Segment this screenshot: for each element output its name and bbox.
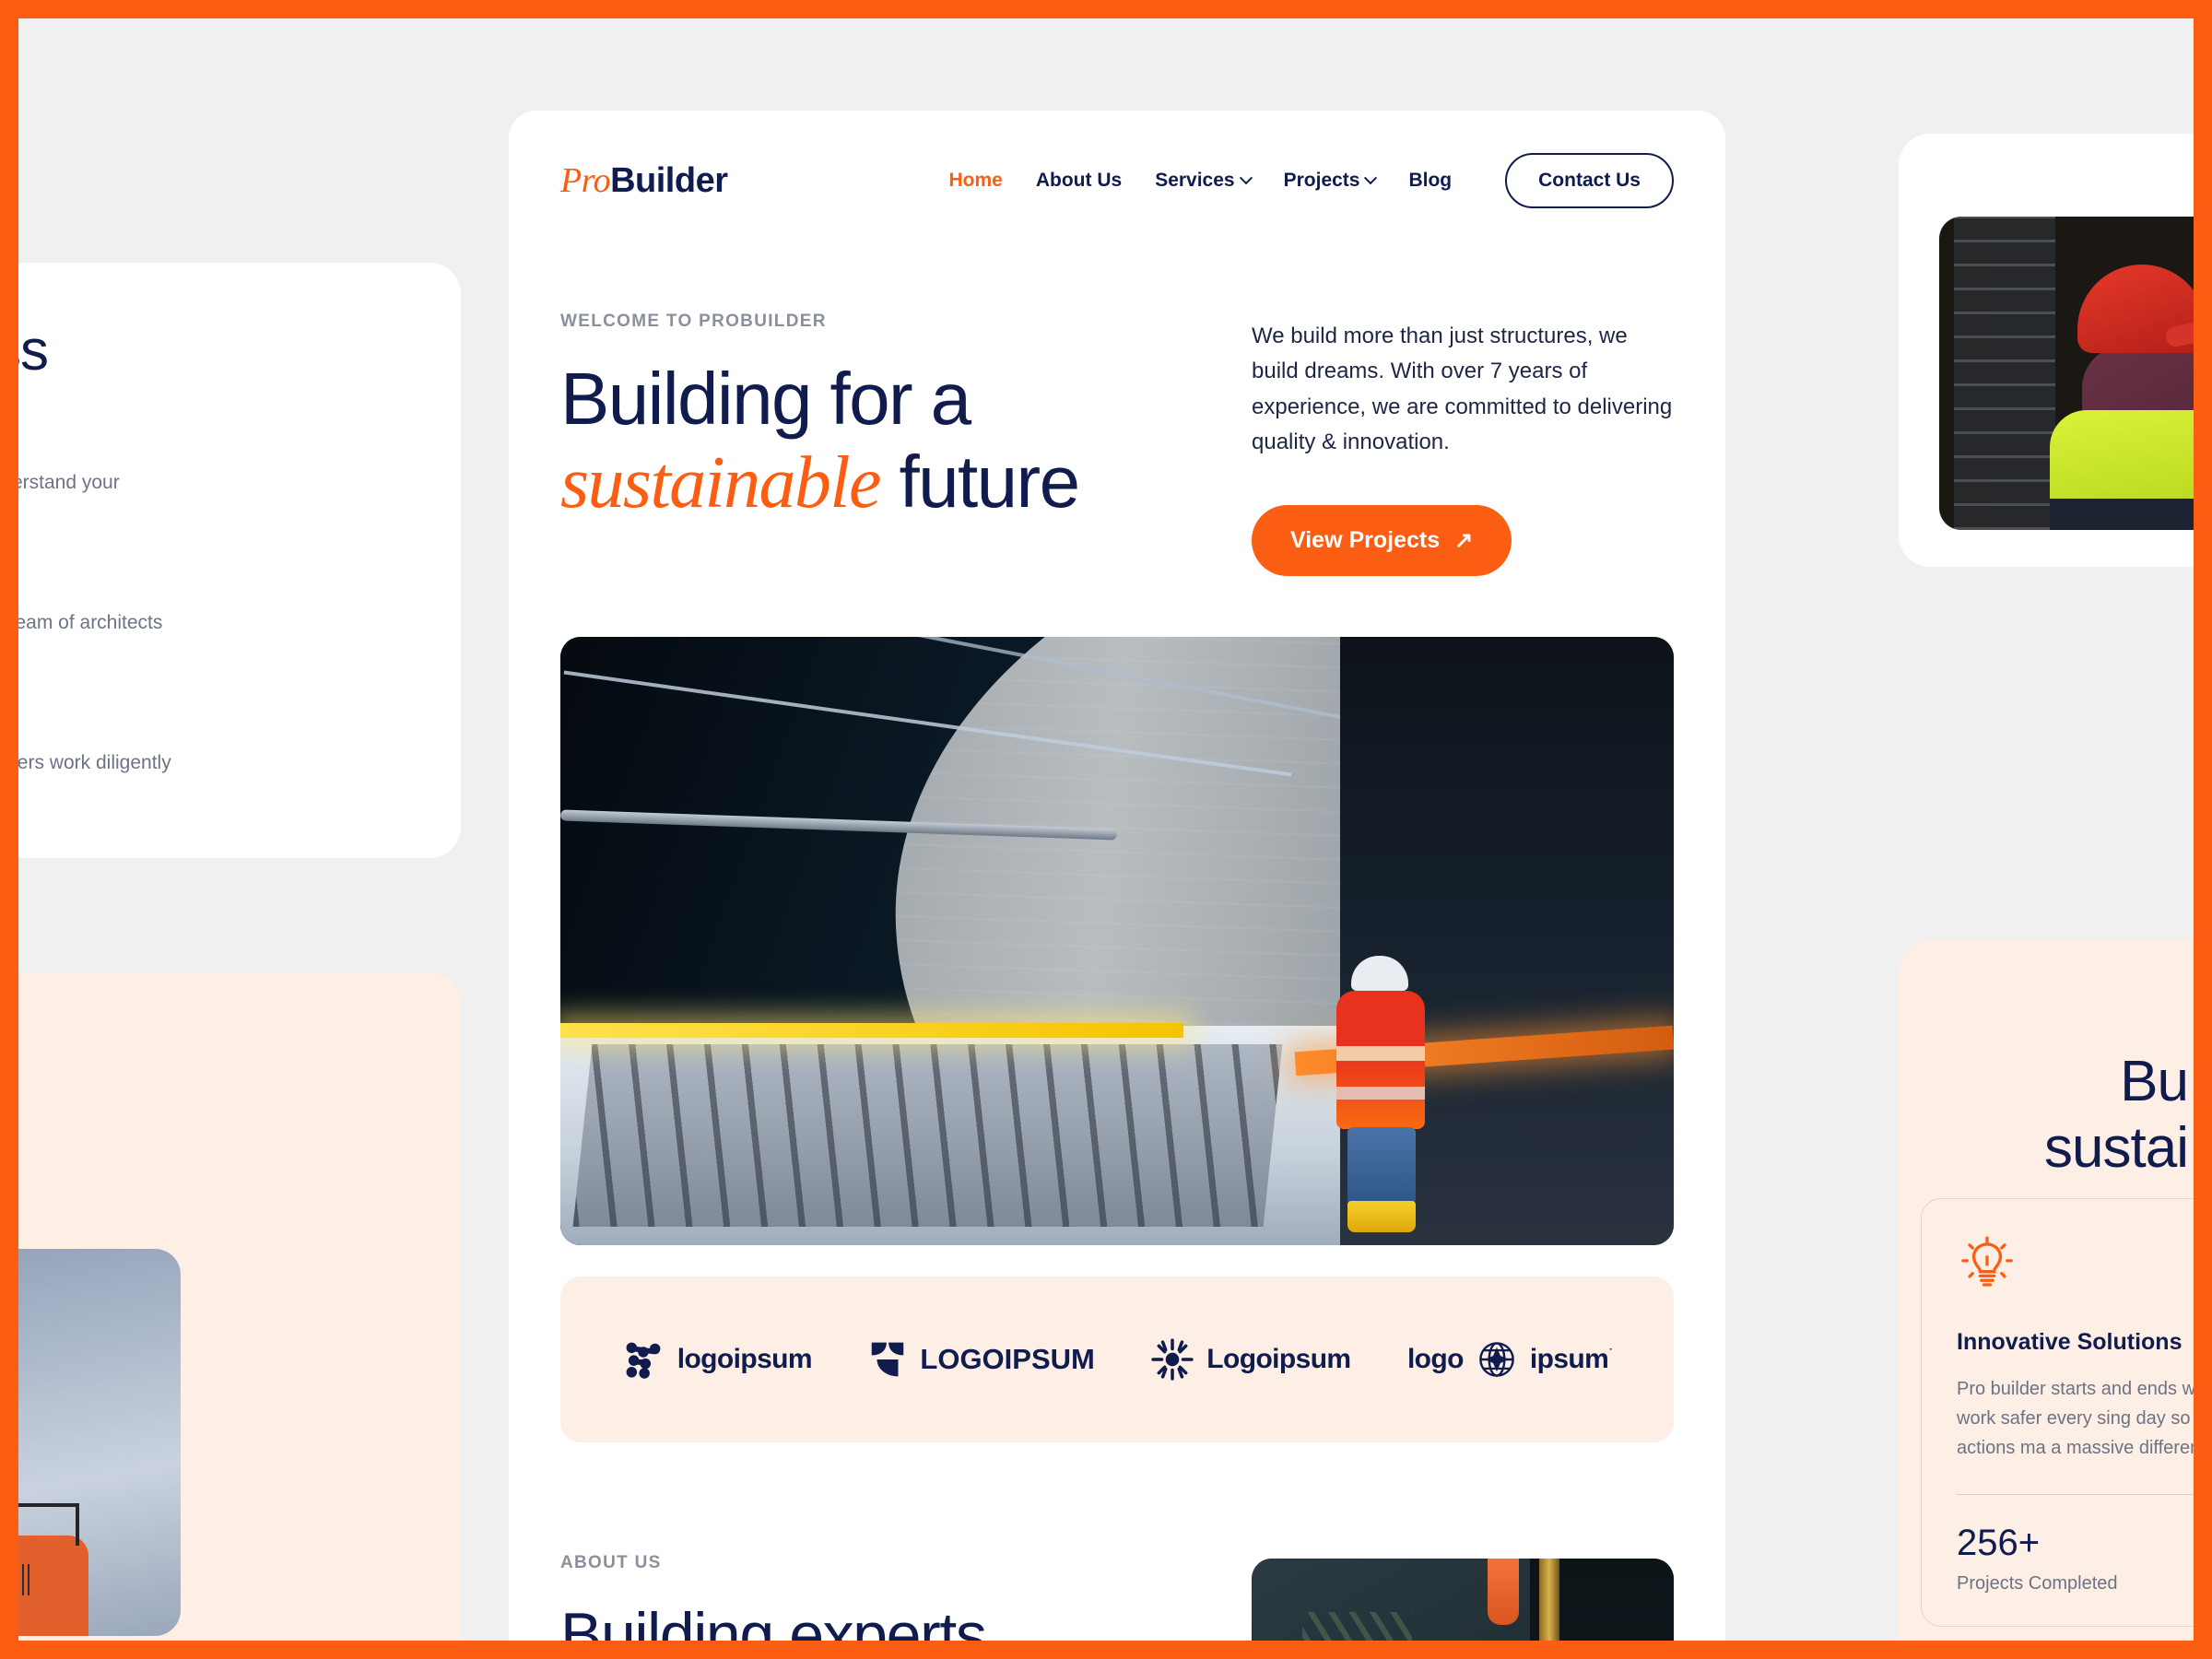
client-logo-logoipsum-sunburst: Logoipsum — [1151, 1337, 1351, 1381]
hero-heading-rest: future — [879, 441, 1080, 524]
hero-heading-italic: sustainable — [560, 442, 881, 524]
worker-jeans-shape — [1347, 1127, 1417, 1206]
hi-vis-vest-shape — [2050, 410, 2194, 530]
nav-item-blog-label: Blog — [1408, 170, 1453, 191]
view-projects-button[interactable]: View Projects ↗ — [1252, 504, 1512, 576]
nav-item-services[interactable]: Services — [1155, 170, 1253, 192]
yellow-pole-shape — [1539, 1558, 1560, 1641]
work-process-card: rk process ning ting down with you to un… — [18, 263, 461, 859]
process-step: ning ting down with you to understand yo… — [18, 427, 409, 528]
hero-eyebrow: WELCOME TO PROBUILDER — [560, 312, 827, 331]
mural-roses-shape — [1285, 1619, 1421, 1641]
process-step-title: n Monitoring — [18, 707, 409, 735]
sunburst-mark-icon — [1151, 1337, 1194, 1381]
about-heading-line1: Building experts — [560, 1599, 987, 1641]
nav-item-home[interactable]: Home — [949, 170, 1003, 192]
hero-heading: Building for a sustainable future — [560, 358, 1206, 525]
arrow-up-right-icon: ↗ — [1454, 528, 1474, 554]
process-step-title: Analysis — [18, 567, 409, 595]
client-logo-logo-ipsum-globe: logo ipsum˙ — [1406, 1339, 1613, 1380]
feature-title: Innovative Solutions — [1957, 1329, 2183, 1355]
client-logo-strip: logoipsum LOGOIPSUM Logoipsum logo ipsum… — [560, 1276, 1674, 1442]
excavator-photo: L.LYNCH — [18, 1249, 181, 1636]
nav-item-about-us[interactable]: About Us — [1036, 170, 1122, 192]
nav-item-services-label: Services — [1155, 170, 1235, 191]
feature-divider — [1957, 1494, 2194, 1495]
contact-us-button[interactable]: Contact Us — [1505, 153, 1674, 208]
process-step-desc: a clear plan in place, our team of archi… — [18, 612, 163, 634]
right-peach-heading-line2: sustai — [2044, 1115, 2189, 1180]
nav-item-about-us-label: About Us — [1035, 170, 1123, 191]
left-peach-heading: oruction — [18, 1028, 409, 1160]
worker-helmet-shape — [1351, 956, 1409, 992]
hero-right: We build more than just structures, we b… — [1252, 312, 1674, 576]
client-logo-label: LOGOIPSUM — [920, 1342, 1095, 1375]
excavator-rail-shape — [18, 1503, 79, 1546]
client-logo-label-right: ipsum˙ — [1529, 1343, 1613, 1374]
client-logo-logoipsum-bowtie: LOGOIPSUM — [868, 1338, 1095, 1381]
worker-reflective-band-shape — [1336, 1087, 1426, 1100]
bowtie-mark-icon — [872, 1342, 904, 1376]
chevron-down-icon — [1364, 171, 1378, 185]
worker-boots-shape — [1347, 1201, 1417, 1233]
about-heading: Building experts you’ve trusted over — [560, 1599, 1206, 1641]
nav-item-projects[interactable]: Projects — [1283, 170, 1378, 192]
innovative-solutions-card[interactable]: Innovative Solutions Pro builder starts … — [1921, 1198, 2194, 1627]
work-process-heading: rk process — [18, 319, 49, 382]
worker-reflective-band-shape — [1336, 1046, 1426, 1062]
left-peach-card: oruction L.LYNCH — [18, 972, 461, 1641]
hero-heading-line1: Building for a — [560, 358, 971, 440]
site-logo[interactable]: ProBuilder — [560, 160, 728, 201]
process-step-title: ning — [18, 427, 409, 455]
right-top-card — [1899, 134, 2194, 567]
client-logo-label-left: logo — [1406, 1343, 1465, 1374]
tunnel-tracks-shape — [572, 1043, 1283, 1227]
hero-section: WELCOME TO PROBUILDER Building for a sus… — [509, 208, 1725, 576]
main-page-card: ProBuilder Home About Us Services Projec… — [509, 111, 1725, 1641]
right-peach-heading-line1: Bu — [2120, 1050, 2189, 1113]
nav-item-blog[interactable]: Blog — [1408, 170, 1452, 192]
feature-stat-label: Projects Completed — [1957, 1573, 2118, 1594]
feature-description: Pro builder starts and ends with each em… — [1957, 1379, 2194, 1458]
chevron-down-icon — [1239, 171, 1253, 185]
navbar: ProBuilder Home About Us Services Projec… — [509, 111, 1725, 208]
client-logo-label: Logoipsum — [1206, 1343, 1351, 1374]
orange-tube-shape — [1488, 1558, 1520, 1625]
tunnel-worker-figure — [1322, 956, 1440, 1233]
scaffold-shape — [1954, 217, 2055, 530]
process-step: Analysis a clear plan in place, our team… — [18, 567, 409, 668]
client-logo-logoipsum-dots: logoipsum — [622, 1338, 813, 1381]
globe-mark-icon — [1479, 1341, 1514, 1377]
dots-mark-icon — [626, 1342, 661, 1379]
about-eyebrow: ABOUT US — [560, 1552, 662, 1572]
hero-tunnel-image — [560, 636, 1674, 1245]
worker-photo — [1939, 217, 2194, 530]
excavator-vent-shape — [18, 1564, 29, 1595]
logo-pro-text: Pro — [560, 161, 611, 200]
process-step-desc: ftsmen and project managers work diligen… — [18, 752, 171, 774]
nav-item-projects-label: Projects — [1283, 170, 1360, 191]
hero-paragraph: We build more than just structures, we b… — [1252, 324, 1673, 455]
about-left: ABOUT US Building experts you’ve trusted… — [560, 1553, 1206, 1641]
about-image: GALLUS STUDIO MOLA 8 — [1252, 1558, 1674, 1641]
process-step: n Monitoring ftsmen and project managers… — [18, 707, 409, 808]
lightbulb-icon — [1957, 1234, 2194, 1300]
client-logo-label: logoipsum — [677, 1343, 813, 1374]
feature-stat-value: 256+ — [1957, 1523, 2041, 1563]
right-peach-heading: Bu sustai — [1899, 1049, 2194, 1182]
logo-builder-text: Builder — [610, 161, 728, 200]
nav-links: Home About Us Services Projects Blog Con… — [949, 153, 1674, 208]
screenshot-root: rk process ning ting down with you to un… — [0, 0, 2212, 1659]
tunnel-yellow-light-shape — [560, 1023, 1184, 1039]
process-step-desc: ting down with you to understand your an… — [18, 472, 120, 494]
nav-item-home-label: Home — [948, 170, 1003, 191]
view-projects-label: View Projects — [1290, 526, 1441, 553]
right-peach-card: Bu sustai Innovative Solutions Pro builde… — [1899, 940, 2194, 1641]
hero-left: WELCOME TO PROBUILDER Building for a sus… — [560, 312, 1206, 576]
about-section: ABOUT US Building experts you’ve trusted… — [509, 1442, 1725, 1641]
page-canvas: rk process ning ting down with you to un… — [18, 18, 2194, 1641]
